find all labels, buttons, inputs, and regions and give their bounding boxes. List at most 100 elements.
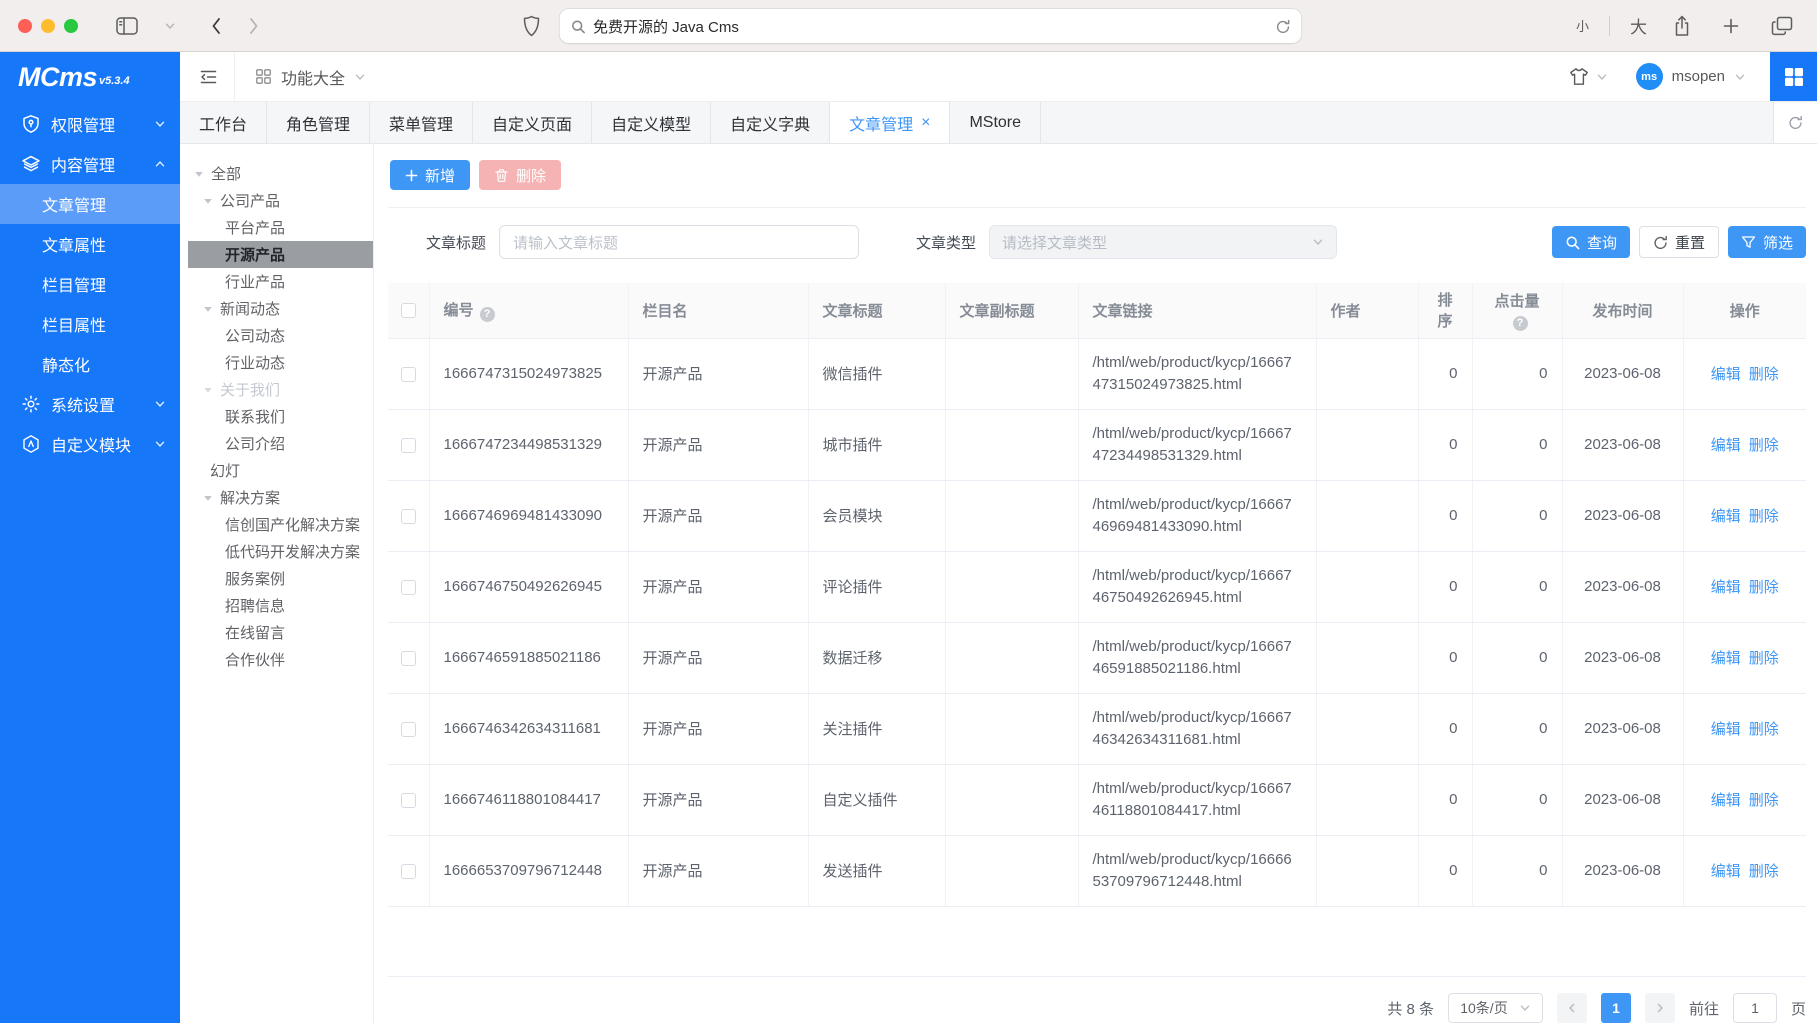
help-icon[interactable]: ? [480, 307, 495, 322]
caret-down-icon[interactable] [203, 196, 220, 206]
edit-link[interactable]: 编辑 [1711, 863, 1741, 880]
tree-node[interactable]: 公司产品 [180, 187, 373, 214]
sidebar-item-column-management[interactable]: 栏目管理 [0, 264, 180, 304]
tree-node[interactable]: 行业动态 [180, 349, 373, 376]
delete-link[interactable]: 删除 [1749, 650, 1779, 667]
text-smaller-button[interactable]: 小 [1576, 16, 1589, 35]
tree-node[interactable]: 关于我们 [180, 376, 373, 403]
edit-link[interactable]: 编辑 [1711, 792, 1741, 809]
tree-node[interactable]: 平台产品 [180, 214, 373, 241]
edit-link[interactable]: 编辑 [1711, 366, 1741, 383]
tab-menu-management[interactable]: 菜单管理 [370, 102, 473, 143]
tree-node[interactable]: 新闻动态 [180, 295, 373, 322]
tree-node[interactable]: 信创国产化解决方案 [180, 511, 373, 538]
delete-link[interactable]: 删除 [1749, 721, 1779, 738]
back-button[interactable] [204, 16, 228, 36]
next-page-button[interactable] [1645, 993, 1675, 1023]
sidebar-item-static-generation[interactable]: 静态化 [0, 344, 180, 384]
text-larger-button[interactable]: 大 [1630, 13, 1647, 38]
tab-mstore[interactable]: MStore [950, 102, 1041, 143]
feature-menu-button[interactable]: 功能大全 [235, 65, 386, 89]
new-tab-icon[interactable] [1717, 18, 1745, 34]
edit-link[interactable]: 编辑 [1711, 579, 1741, 596]
edit-link[interactable]: 编辑 [1711, 508, 1741, 525]
type-filter-select[interactable]: 请选择文章类型 [989, 225, 1337, 259]
delete-link[interactable]: 删除 [1749, 508, 1779, 525]
caret-down-icon[interactable] [203, 385, 220, 395]
row-checkbox[interactable] [401, 438, 416, 453]
tree-node[interactable]: 全部 [180, 160, 373, 187]
reload-icon[interactable] [1275, 19, 1290, 34]
row-checkbox[interactable] [401, 864, 416, 879]
user-menu[interactable]: ms msopen [1636, 63, 1746, 90]
address-bar[interactable]: 免费开源的 Java Cms [559, 9, 1301, 43]
edit-link[interactable]: 编辑 [1711, 650, 1741, 667]
sidebar-item-article-management[interactable]: 文章管理 [0, 184, 180, 224]
sidebar-item-system-settings[interactable]: 系统设置 [0, 384, 180, 424]
tab-custom-model[interactable]: 自定义模型 [592, 102, 711, 143]
refresh-tab-button[interactable] [1773, 102, 1817, 143]
forward-button[interactable] [242, 16, 266, 36]
tab-article-management[interactable]: 文章管理× [830, 102, 950, 143]
sidebar-item-permission-management[interactable]: 权限管理 [0, 104, 180, 144]
tab-workbench[interactable]: 工作台 [180, 102, 267, 143]
tab-overview-icon[interactable] [1765, 16, 1799, 36]
close-window-button[interactable] [18, 19, 32, 33]
tree-node[interactable]: 幻灯 [180, 457, 373, 484]
filter-button[interactable]: 筛选 [1728, 226, 1806, 258]
delete-button[interactable]: 删除 [479, 160, 561, 190]
tree-node[interactable]: 行业产品 [180, 268, 373, 295]
reset-button[interactable]: 重置 [1639, 226, 1719, 258]
prev-page-button[interactable] [1557, 993, 1587, 1023]
zoom-window-button[interactable] [64, 19, 78, 33]
add-button[interactable]: 新增 [390, 160, 470, 190]
edit-link[interactable]: 编辑 [1711, 721, 1741, 738]
sidebar-item-article-attributes[interactable]: 文章属性 [0, 224, 180, 264]
tree-node[interactable]: 低代码开发解决方案 [180, 538, 373, 565]
row-checkbox[interactable] [401, 580, 416, 595]
delete-link[interactable]: 删除 [1749, 579, 1779, 596]
title-filter-input[interactable]: 请输入文章标题 [499, 225, 859, 259]
delete-link[interactable]: 删除 [1749, 863, 1779, 880]
close-icon[interactable]: × [921, 115, 930, 131]
tree-node[interactable]: 解决方案 [180, 484, 373, 511]
tab-custom-page[interactable]: 自定义页面 [473, 102, 592, 143]
row-checkbox[interactable] [401, 651, 416, 666]
theme-button[interactable] [1569, 67, 1608, 86]
delete-link[interactable]: 删除 [1749, 437, 1779, 454]
tree-node[interactable]: 开源产品 [188, 241, 373, 268]
row-checkbox[interactable] [401, 367, 416, 382]
tree-node[interactable]: 在线留言 [180, 619, 373, 646]
help-icon[interactable]: ? [1513, 316, 1528, 331]
privacy-shield-icon[interactable] [516, 15, 546, 37]
tab-custom-dict[interactable]: 自定义字典 [711, 102, 830, 143]
edit-link[interactable]: 编辑 [1711, 437, 1741, 454]
share-icon[interactable] [1667, 15, 1697, 37]
minimize-window-button[interactable] [41, 19, 55, 33]
tree-node[interactable]: 公司动态 [180, 322, 373, 349]
tab-role-management[interactable]: 角色管理 [267, 102, 370, 143]
goto-page-input[interactable]: 1 [1733, 993, 1777, 1023]
sidebar-toggle-icon[interactable] [110, 17, 144, 35]
caret-down-icon[interactable] [194, 169, 211, 179]
page-1-button[interactable]: 1 [1601, 993, 1631, 1023]
search-button[interactable]: 查询 [1552, 226, 1630, 258]
delete-link[interactable]: 删除 [1749, 792, 1779, 809]
apps-grid-button[interactable] [1770, 52, 1817, 101]
tree-node[interactable]: 服务案例 [180, 565, 373, 592]
page-size-select[interactable]: 10条/页 [1448, 993, 1543, 1023]
tree-node[interactable]: 招聘信息 [180, 592, 373, 619]
collapse-sidebar-icon[interactable] [193, 62, 224, 92]
tree-node[interactable]: 联系我们 [180, 403, 373, 430]
sidebar-item-custom-modules[interactable]: 自定义模块 [0, 424, 180, 464]
delete-link[interactable]: 删除 [1749, 366, 1779, 383]
sidebar-item-content-management[interactable]: 内容管理 [0, 144, 180, 184]
row-checkbox[interactable] [401, 722, 416, 737]
sidebar-item-column-attributes[interactable]: 栏目属性 [0, 304, 180, 344]
row-checkbox[interactable] [401, 793, 416, 808]
select-all-checkbox[interactable] [401, 303, 416, 318]
caret-down-icon[interactable] [203, 493, 220, 503]
row-checkbox[interactable] [401, 509, 416, 524]
tree-node[interactable]: 公司介绍 [180, 430, 373, 457]
tree-node[interactable]: 合作伙伴 [180, 646, 373, 673]
